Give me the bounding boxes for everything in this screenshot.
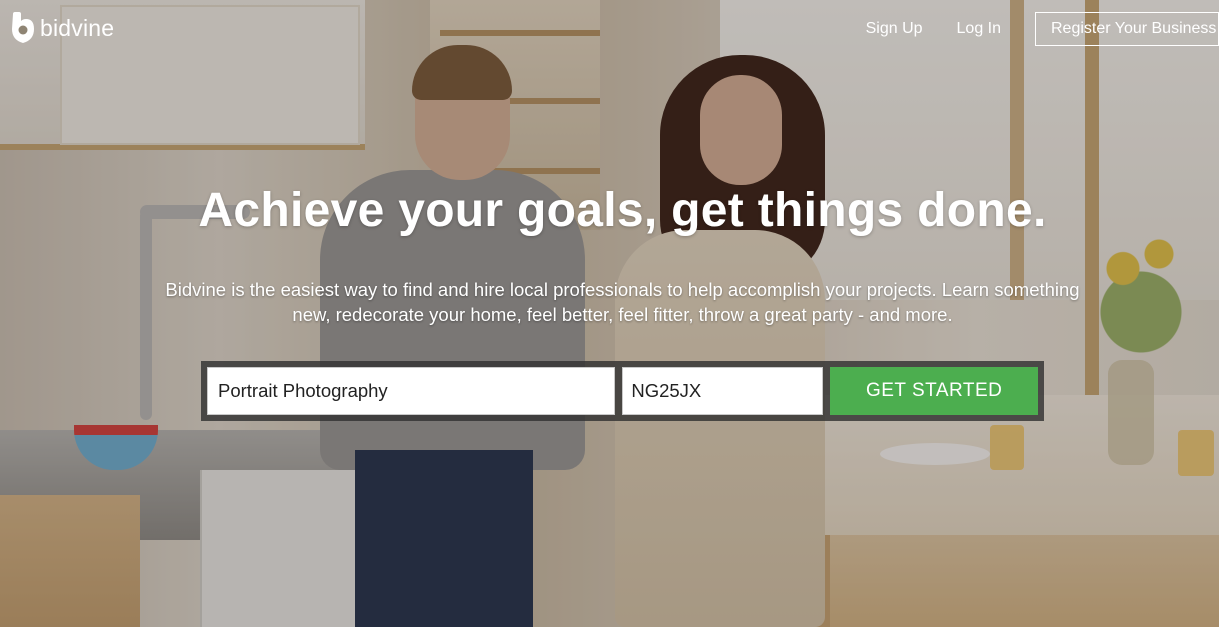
register-business-button[interactable]: Register Your Business	[1035, 12, 1219, 46]
service-search-input[interactable]	[207, 367, 616, 415]
postcode-input[interactable]	[622, 367, 824, 415]
hero-subtext: Bidvine is the easiest way to find and h…	[165, 279, 1080, 325]
search-form: GET STARTED	[201, 361, 1044, 421]
sign-up-link[interactable]: Sign Up	[866, 12, 923, 46]
bidvine-logo-icon	[12, 12, 34, 43]
brand-name: bidvine	[40, 14, 115, 41]
log-in-link[interactable]: Log In	[957, 12, 1001, 46]
top-navigation: Sign Up Log In Register Your Business	[866, 12, 1219, 46]
brand-logo[interactable]: bidvine	[10, 12, 114, 44]
get-started-button[interactable]: GET STARTED	[830, 367, 1038, 415]
hero-headline: Achieve your goals, get things done.	[198, 184, 1047, 237]
